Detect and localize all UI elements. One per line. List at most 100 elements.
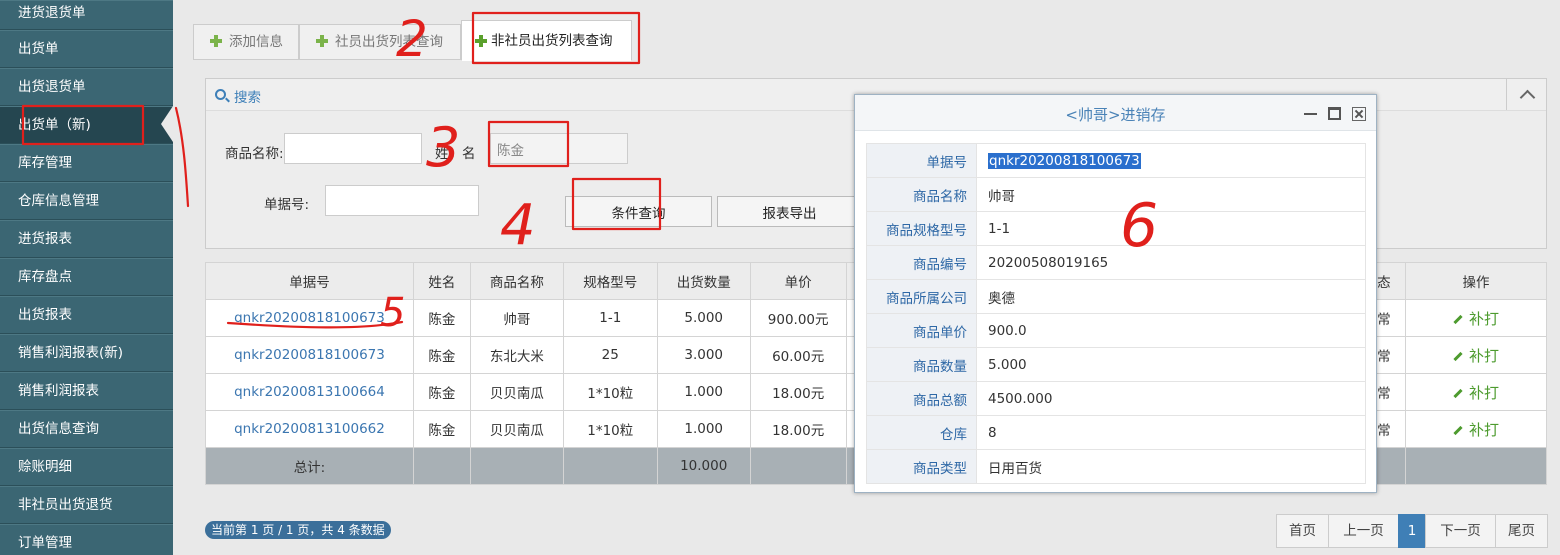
cell-price: 60.00元 — [749, 336, 847, 374]
detail-key: 商品数量 — [866, 347, 977, 382]
close-icon[interactable] — [1352, 107, 1366, 121]
cell-spec: 1-1 — [562, 299, 658, 337]
reprint-button[interactable]: 补打 — [1405, 299, 1547, 337]
cell-price: 18.00元 — [749, 373, 847, 411]
search-panel-title: 搜索 — [234, 90, 261, 106]
selected-bill-no: qnkr20200818100673 — [988, 152, 1141, 169]
detail-value: 5.000 — [976, 347, 1366, 382]
total-label: 总计: — [205, 447, 414, 485]
active-indicator-arrow — [161, 106, 173, 142]
tab-label: 社员出货列表查询 — [335, 34, 443, 50]
detail-row: 仓库 8 — [866, 415, 1366, 450]
sidebar-item-nonmember-return[interactable]: 非社员出货退货 — [0, 486, 173, 524]
detail-key: 商品编号 — [866, 245, 977, 280]
sidebar-item-purchase-report[interactable]: 进货报表 — [0, 220, 173, 258]
detail-row: 商品总额 4500.000 — [866, 381, 1366, 416]
cell-product: 帅哥 — [469, 299, 564, 337]
detail-value: qnkr20200818100673 — [976, 143, 1366, 178]
detail-row: 商品单价 900.0 — [866, 313, 1366, 348]
detail-key: 单据号 — [866, 143, 977, 178]
cell-qty: 5.000 — [656, 299, 751, 337]
reprint-button[interactable]: 补打 — [1405, 410, 1547, 448]
cell-spec: 25 — [562, 336, 658, 374]
col-header-bill-no[interactable]: 单据号 — [205, 262, 414, 300]
reprint-label: 补打 — [1469, 383, 1500, 402]
sidebar-item-shipment[interactable]: 出货单 — [0, 30, 173, 68]
reprint-label: 补打 — [1469, 309, 1500, 328]
sidebar-item-shipment-return[interactable]: 出货退货单 — [0, 68, 173, 106]
chevron-up-icon[interactable] — [1506, 79, 1546, 110]
pencil-icon — [1453, 351, 1463, 362]
name-input[interactable] — [490, 133, 628, 164]
sidebar-item-shipment-report[interactable]: 出货报表 — [0, 296, 173, 334]
detail-row: 单据号 qnkr20200818100673 — [866, 143, 1366, 178]
query-button[interactable]: 条件查询 — [565, 196, 712, 227]
total-qty: 10.000 — [656, 447, 751, 485]
plus-icon — [475, 35, 487, 47]
detail-table: 单据号 qnkr20200818100673 商品名称 帅哥 商品规格型号 1-1 商… — [866, 143, 1366, 484]
plus-icon — [210, 35, 222, 47]
sidebar-item-inventory[interactable]: 库存管理 — [0, 144, 173, 182]
cell-spec: 1*10粒 — [562, 410, 658, 448]
detail-row: 商品规格型号 1-1 — [866, 211, 1366, 246]
detail-value: 4500.000 — [976, 381, 1366, 416]
first-page-button[interactable]: 首页 — [1276, 514, 1329, 548]
detail-key: 商品名称 — [866, 177, 977, 212]
cell-product: 贝贝南瓜 — [469, 410, 564, 448]
sidebar-item-credit-detail[interactable]: 赊账明细 — [0, 448, 173, 486]
product-name-input[interactable] — [284, 133, 422, 164]
cell-name: 陈金 — [412, 373, 471, 411]
bill-no-link[interactable]: qnkr20200813100662 — [205, 410, 414, 448]
cell-qty: 1.000 — [656, 410, 751, 448]
sidebar-item-warehouse[interactable]: 仓库信息管理 — [0, 182, 173, 220]
reprint-label: 补打 — [1469, 346, 1500, 365]
reprint-button[interactable]: 补打 — [1405, 373, 1547, 411]
detail-row: 商品名称 帅哥 — [866, 177, 1366, 212]
next-page-button[interactable]: 下一页 — [1425, 514, 1496, 548]
col-header-qty[interactable]: 出货数量 — [656, 262, 751, 300]
minimize-icon[interactable] — [1304, 113, 1317, 115]
sidebar-item-purchase-return[interactable]: 进货退货单 — [0, 0, 173, 30]
prev-page-button[interactable]: 上一页 — [1328, 514, 1399, 548]
cell-name: 陈金 — [412, 299, 471, 337]
sidebar-item-orders[interactable]: 订单管理 — [0, 524, 173, 555]
detail-value: 奥德 — [976, 279, 1366, 314]
sidebar-item-profit-report[interactable]: 销售利润报表 — [0, 372, 173, 410]
col-header-product[interactable]: 商品名称 — [469, 262, 564, 300]
detail-key: 商品单价 — [866, 313, 977, 348]
detail-value: 日用百货 — [976, 449, 1366, 484]
sidebar-item-stocktake[interactable]: 库存盘点 — [0, 258, 173, 296]
last-page-button[interactable]: 尾页 — [1495, 514, 1548, 548]
tab-nonmember-shipment-list[interactable]: 非社员出货列表查询 — [461, 20, 632, 61]
detail-row: 商品数量 5.000 — [866, 347, 1366, 382]
cell-name: 陈金 — [412, 336, 471, 374]
sidebar-item-shipment-new[interactable]: 出货单（新) — [0, 106, 173, 144]
pencil-icon — [1453, 425, 1463, 436]
export-button[interactable]: 报表导出 — [717, 196, 862, 227]
maximize-icon[interactable] — [1328, 107, 1341, 120]
detail-value: 900.0 — [976, 313, 1366, 348]
col-header-price[interactable]: 单价 — [749, 262, 847, 300]
bill-no-link[interactable]: qnkr20200818100673 — [205, 299, 414, 337]
bill-no-input[interactable] — [325, 185, 479, 216]
bill-no-link[interactable]: qnkr20200813100664 — [205, 373, 414, 411]
reprint-button[interactable]: 补打 — [1405, 336, 1547, 374]
sidebar-item-shipment-query[interactable]: 出货信息查询 — [0, 410, 173, 448]
col-header-action[interactable]: 操作 — [1405, 262, 1547, 300]
tab-member-shipment-list[interactable]: 社员出货列表查询 — [299, 24, 461, 60]
bill-no-link[interactable]: qnkr20200818100673 — [205, 336, 414, 374]
cell-product: 贝贝南瓜 — [469, 373, 564, 411]
detail-row: 商品所属公司 奥德 — [866, 279, 1366, 314]
product-name-label: 商品名称: — [225, 146, 284, 162]
tab-label: 添加信息 — [229, 34, 283, 50]
col-header-spec[interactable]: 规格型号 — [562, 262, 658, 300]
cell-qty: 3.000 — [656, 336, 751, 374]
reprint-label: 补打 — [1469, 420, 1500, 439]
sidebar-item-profit-report-new[interactable]: 销售利润报表(新) — [0, 334, 173, 372]
current-page-button[interactable]: 1 — [1398, 514, 1426, 548]
col-header-name[interactable]: 姓名 — [412, 262, 471, 300]
cell-name: 陈金 — [412, 410, 471, 448]
tab-add-info[interactable]: 添加信息 — [193, 24, 299, 60]
detail-value: 1-1 — [976, 211, 1366, 246]
cell-price: 18.00元 — [749, 410, 847, 448]
